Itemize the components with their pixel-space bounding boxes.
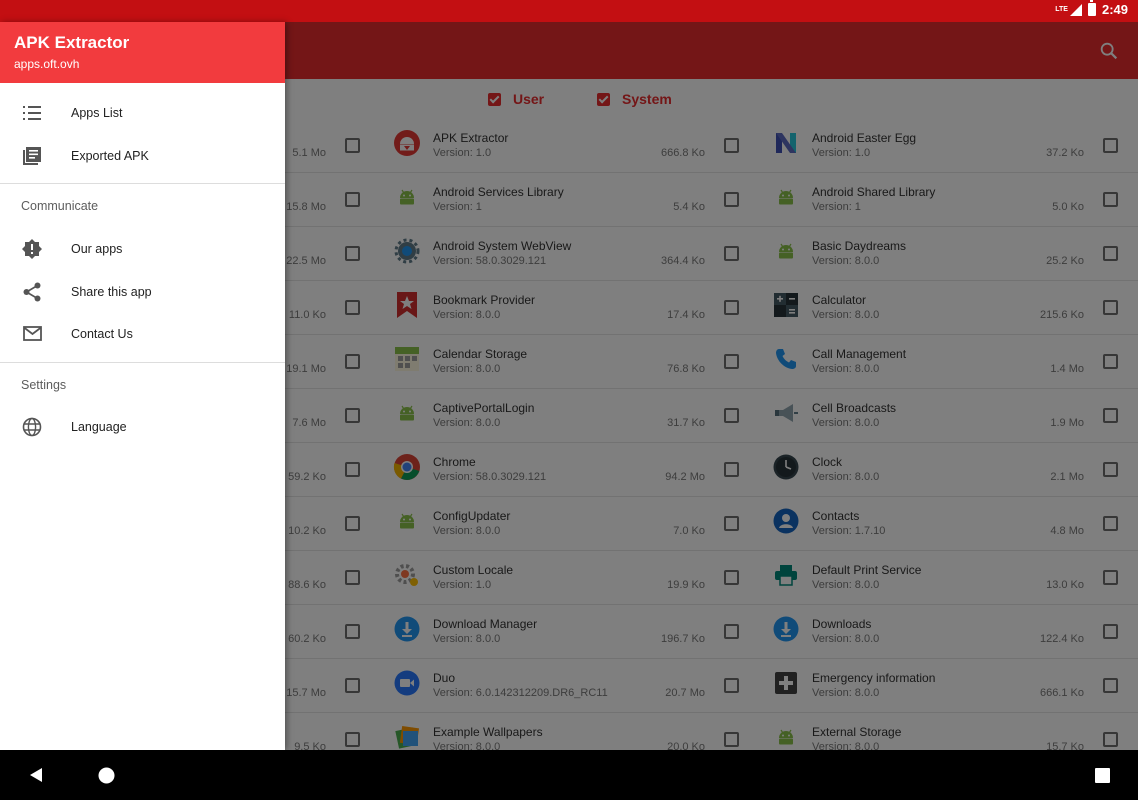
nav-item-contact[interactable]: Contact Us xyxy=(0,312,285,355)
status-icons: LTE 2:49 xyxy=(1055,0,1128,17)
recents-icon[interactable] xyxy=(1095,768,1110,783)
back-icon[interactable] xyxy=(28,767,44,783)
network-type: LTE xyxy=(1055,6,1068,13)
home-icon[interactable] xyxy=(98,767,115,784)
nav-item-apps-list[interactable]: Apps List xyxy=(0,91,285,134)
system-nav-bar xyxy=(0,750,1138,800)
share-icon xyxy=(22,282,42,302)
mail-icon xyxy=(22,324,42,344)
library-icon xyxy=(22,146,42,166)
list-icon xyxy=(22,103,42,123)
nav-label-language: Language xyxy=(71,419,127,434)
drawer-header: APK Extractor apps.oft.ovh xyxy=(0,22,285,83)
nav-label-exported-apk: Exported APK xyxy=(71,148,149,163)
nav-item-our-apps[interactable]: Our apps xyxy=(0,227,285,270)
nav-item-exported-apk[interactable]: Exported APK xyxy=(0,134,285,177)
nav-label-apps-list: Apps List xyxy=(71,105,123,120)
battery-icon xyxy=(1087,0,1096,16)
section-title-communicate: Communicate xyxy=(21,199,99,213)
nav-label-our-apps: Our apps xyxy=(71,241,123,256)
globe-icon xyxy=(22,417,42,437)
drawer-divider xyxy=(0,362,285,363)
badge-alert-icon xyxy=(22,238,42,259)
clock-time: 2:49 xyxy=(1101,2,1128,17)
drawer-subtitle: apps.oft.ovh xyxy=(14,57,80,71)
nav-label-contact: Contact Us xyxy=(71,326,133,341)
navigation-drawer: APK Extractor apps.oft.ovh Apps List Exp… xyxy=(0,22,285,750)
status-bar: LTE 2:49 xyxy=(0,0,1138,22)
section-title-settings: Settings xyxy=(21,378,67,392)
nav-label-share: Share this app xyxy=(71,284,152,299)
signal-icon xyxy=(1069,3,1082,16)
nav-item-share[interactable]: Share this app xyxy=(0,270,285,313)
drawer-divider xyxy=(0,183,285,184)
nav-item-language[interactable]: Language xyxy=(0,405,285,448)
drawer-title: APK Extractor xyxy=(14,33,130,52)
